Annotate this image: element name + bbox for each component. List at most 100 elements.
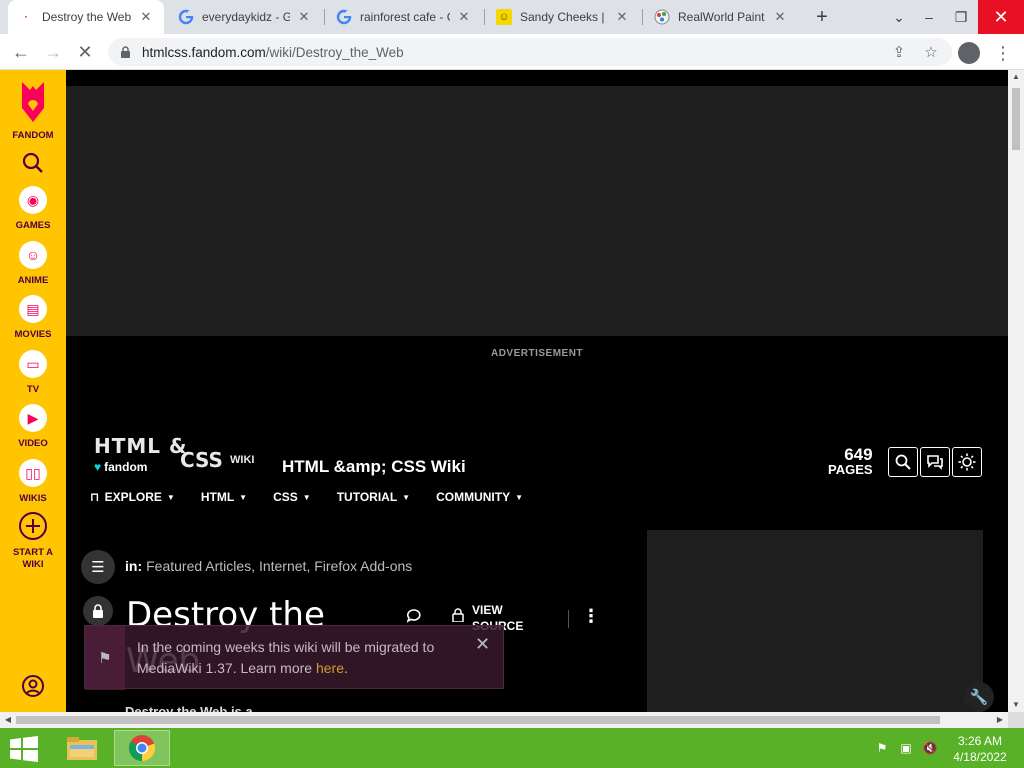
divider [568,610,569,628]
url-path: /wiki/Destroy_the_Web [265,44,404,60]
tab-title: Destroy the Web [42,10,132,24]
discussions-icon [927,455,943,470]
scrollbar-thumb[interactable] [1012,88,1020,150]
vertical-scrollbar[interactable]: ▲ ▼ [1008,70,1024,712]
profile-avatar-icon[interactable] [958,42,980,64]
file-explorer-icon[interactable] [54,730,110,766]
notice-after: . [344,660,348,676]
rail-label: GAMES [15,220,51,231]
tab-sandy-cheeks[interactable]: ☺ Sandy Cheeks | Sp ✕ [486,0,640,34]
fandom-heart-icon: ♥ [94,460,102,474]
tab-close-icon[interactable]: ✕ [138,9,154,25]
nav-tutorial[interactable]: TUTORIAL ▼ [337,490,410,504]
scroll-left-arrow-icon[interactable]: ◀ [0,712,16,728]
tab-separator [642,9,643,25]
tab-destroy-the-web[interactable]: ᐧ Destroy the Web ✕ [8,0,164,34]
close-icon[interactable]: ✕ [475,634,490,655]
forward-arrow-icon[interactable]: → [40,39,66,65]
fandom-home-link[interactable]: FANDOM [0,80,66,142]
scroll-down-arrow-icon[interactable]: ▼ [1008,698,1024,712]
rail-item-wikis[interactable]: ▯▯ WIKIS [0,459,66,505]
bookmark-star-icon[interactable]: ☆ [918,39,944,65]
wiki-logo[interactable]: HTML & CSS WIKI ♥ fandom [94,434,262,476]
scrollbar-thumb[interactable] [16,716,940,724]
discussions-button[interactable] [920,447,950,477]
new-tab-icon[interactable]: + [809,4,835,30]
volume-muted-icon[interactable]: 🔇 [922,741,938,757]
rail-label: VIDEO [18,438,48,449]
rail-search-button[interactable] [0,152,66,174]
wiki-name[interactable]: HTML &amp; CSS Wiki [282,457,466,477]
rail-item-anime[interactable]: ☺ ANIME [0,241,66,287]
rail-label: FANDOM [12,130,54,141]
caret-down-icon: ▼ [302,492,311,502]
paint-favicon-icon [654,9,670,25]
close-window-icon[interactable]: ✕ [978,0,1024,34]
chrome-taskbar-icon[interactable] [114,730,170,766]
tab-close-icon[interactable]: ✕ [614,9,630,25]
share-icon[interactable]: ⇪ [886,39,912,65]
theme-toggle-button[interactable] [952,447,982,477]
tab-rainforest-cafe[interactable]: rainforest cafe - G ✕ [326,0,482,34]
advertisement-slot[interactable] [66,86,1008,336]
table-of-contents-icon[interactable]: ☰ [81,550,115,584]
browser-menu-icon[interactable]: ⋮ [994,40,1012,66]
rail-label: MOVIES [14,329,52,340]
tab-everydaykidz[interactable]: everydaykidz - Go ✕ [168,0,322,34]
flag-icon: ⚑ [85,626,125,690]
horizontal-scrollbar[interactable]: ◀ ▶ [0,712,1008,728]
flag-alert-icon[interactable]: ⚑ [874,741,890,757]
tab-close-icon[interactable]: ✕ [772,9,788,25]
tab-close-icon[interactable]: ✕ [456,9,472,25]
tab-realworld-paint[interactable]: RealWorld Paint - ✕ [644,0,798,34]
more-options-icon[interactable]: ⋮ [582,606,600,627]
notice-link[interactable]: here [316,660,344,676]
lock-icon [120,46,132,58]
nav-label: EXPLORE [104,490,162,504]
network-icon[interactable]: ▣ [898,741,914,757]
url-host: htmlcss.fandom.com [142,44,266,60]
taskbar-clock[interactable]: 3:26 AM 4/18/2022 [946,733,1014,765]
category-link[interactable]: Internet [259,558,306,574]
rail-item-tv[interactable]: ▭ TV [0,350,66,396]
nav-html[interactable]: HTML ▼ [201,490,247,504]
gamepad-icon: ◉ [19,186,47,214]
rail-item-start-a-wiki[interactable]: START A WIKI [0,511,66,571]
categories-prefix: in: [125,558,143,574]
caret-down-icon: ▼ [239,492,248,502]
nav-css[interactable]: CSS ▼ [273,490,311,504]
rail-user-button[interactable] [0,674,66,698]
address-bar[interactable]: htmlcss.fandom.com/wiki/Destroy_the_Web [108,38,952,66]
nav-explore[interactable]: ⊓ EXPLORE ▼ [90,490,175,504]
scroll-up-arrow-icon[interactable]: ▲ [1008,70,1024,84]
tab-separator [324,9,325,25]
page-count-number: 649 [844,445,873,464]
stop-loading-icon[interactable]: ✕ [72,39,98,65]
back-arrow-icon[interactable]: ← [8,39,34,65]
category-link[interactable]: Firefox Add-ons [314,558,412,574]
rail-item-games[interactable]: ◉ GAMES [0,186,66,232]
google-favicon-icon [178,9,194,25]
tab-title: everydaykidz - Go [202,10,290,24]
user-avatar-icon [22,675,44,697]
scroll-right-arrow-icon[interactable]: ▶ [992,712,1008,728]
tab-close-icon[interactable]: ✕ [296,9,312,25]
wrench-icon[interactable]: 🔧 [964,682,994,712]
category-link[interactable]: Featured Articles [146,558,251,574]
book-icon: ▯▯ [19,459,47,487]
wiki-search-button[interactable] [888,447,918,477]
tab-search-chevron-icon[interactable]: ⌄ [882,0,916,34]
tv-icon: ▭ [19,350,47,378]
rail-item-video[interactable]: ▶ VIDEO [0,404,66,450]
rail-label: START A WIKI [12,547,54,570]
nav-community[interactable]: COMMUNITY ▼ [436,490,523,504]
nav-label: CSS [273,490,298,504]
minimize-icon[interactable]: – [912,0,946,34]
restore-icon[interactable]: ❐ [944,0,978,34]
windows-start-icon[interactable] [10,736,38,762]
search-icon [22,152,43,173]
fandom-logo-icon [22,82,44,122]
protected-lock-icon[interactable] [83,596,113,626]
rail-item-movies[interactable]: ▤ MOVIES [0,295,66,341]
page-content: ADVERTISEMENT HTML & CSS WIKI ♥ fandom HT… [66,70,1008,712]
